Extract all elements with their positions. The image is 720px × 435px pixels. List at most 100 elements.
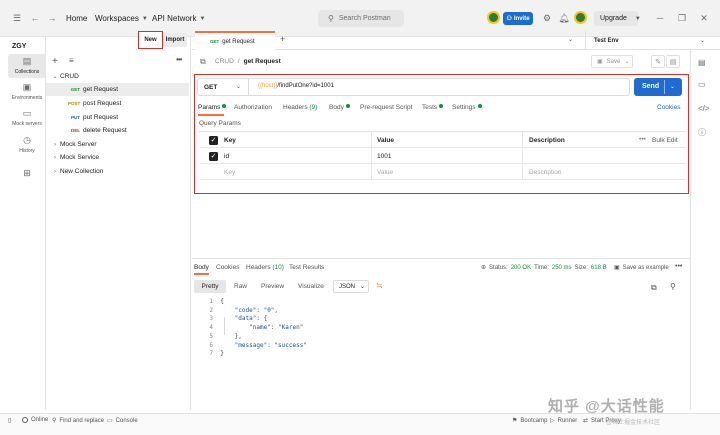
new-description-field[interactable]: Description <box>529 169 562 176</box>
forward-arrow-icon[interactable]: → <box>45 11 59 25</box>
tab-headers[interactable]: Headers (9) <box>283 104 317 111</box>
console-button[interactable]: ▭ Console <box>107 417 138 425</box>
runner-button[interactable]: ▷ Runner <box>550 417 577 425</box>
online-status[interactable]: Online <box>22 417 48 423</box>
copy-icon[interactable]: ⧉ <box>651 283 657 293</box>
breadcrumb-request[interactable]: get Request <box>244 58 281 65</box>
tab-params[interactable]: Params <box>198 104 227 111</box>
workspace-avatar[interactable] <box>487 11 500 24</box>
tree-request-post[interactable]: POST post Request <box>46 97 189 110</box>
param-value-field[interactable]: 1001 <box>377 153 391 160</box>
menu-icon[interactable]: ☰ <box>10 11 24 25</box>
bootcamp-button[interactable]: ⚑ Bootcamp <box>512 417 547 425</box>
tree-collection-label: Mock Server <box>60 141 97 148</box>
new-value-field[interactable]: Value <box>377 169 393 176</box>
response-divider[interactable] <box>192 258 690 259</box>
more-options-icon[interactable]: ••• <box>176 55 182 64</box>
workspace-name[interactable]: ZGY <box>12 37 26 55</box>
rail-history[interactable]: ◷ History <box>8 135 46 154</box>
tree-collection-mock-server[interactable]: › Mock Server <box>50 138 193 151</box>
cookies-link[interactable]: Cookies <box>657 104 680 111</box>
more-options-icon[interactable]: ••• <box>675 263 682 270</box>
minimize-icon[interactable]: ─ <box>653 11 667 25</box>
resp-tab-body[interactable]: Body <box>194 264 209 271</box>
comments-icon[interactable]: ▭ <box>698 80 706 89</box>
resp-tab-headers[interactable]: Headers (10) <box>246 264 284 271</box>
save-as-example-button[interactable]: ▣ Save as example <box>614 264 669 272</box>
response-meta: ⊕ Status: 200 OK Time: 250 ms Size: 618 … <box>481 264 607 272</box>
tab-tests[interactable]: Tests <box>422 104 444 111</box>
tree-request-delete[interactable]: DEL delete Request <box>46 124 189 137</box>
tab-authorization[interactable]: Authorization <box>234 104 272 111</box>
method-select[interactable]: GET <box>197 78 249 96</box>
tree-request-put[interactable]: PUT put Request <box>46 111 189 124</box>
settings-gear-icon[interactable]: ⚙ <box>540 11 554 25</box>
notifications-bell-icon[interactable]: 🔔︎ <box>557 11 571 25</box>
info-icon[interactable]: ⓘ <box>698 127 706 138</box>
sidebar-toggle-icon[interactable]: ▯ <box>8 417 11 424</box>
format-language-select[interactable]: JSON ⌄ <box>333 280 369 293</box>
time-value[interactable]: 250 ms <box>552 265 572 271</box>
close-window-icon[interactable]: ✕ <box>697 11 711 25</box>
new-button[interactable]: New <box>138 31 163 49</box>
search-icon[interactable]: ⚲ <box>670 282 676 291</box>
tab-get-request[interactable]: GET get Request <box>195 31 275 50</box>
documentation-icon[interactable]: ▤ <box>698 58 706 67</box>
select-all-checkbox[interactable]: ✓ <box>209 136 218 145</box>
invite-button[interactable]: ⚇ Invite <box>503 12 533 25</box>
import-button[interactable]: Import <box>163 33 187 47</box>
param-key-field[interactable]: id <box>224 153 229 160</box>
tab-body[interactable]: Body <box>329 104 350 111</box>
size-value[interactable]: 618 B <box>591 265 607 271</box>
url-input[interactable]: {{host}}/findPutOne?id=1001 <box>258 83 334 89</box>
format-raw-tab[interactable]: Raw <box>234 283 247 290</box>
table-col-divider <box>371 132 372 180</box>
method-badge: GET <box>210 39 220 44</box>
edit-pencil-icon[interactable]: ✎ <box>651 55 665 68</box>
status-value[interactable]: 200 OK <box>511 265 531 271</box>
tree-collection-new[interactable]: › New Collection <box>50 165 193 178</box>
new-key-field[interactable]: Key <box>224 169 235 176</box>
chevron-down-icon[interactable]: ⌄ <box>670 83 675 90</box>
breadcrumb-collection[interactable]: CRUD <box>215 58 234 65</box>
tree-collection-mock-service[interactable]: › Mock Service <box>50 151 193 164</box>
code-icon[interactable]: </> <box>698 104 710 113</box>
runner-icon: ▷ <box>550 418 555 424</box>
rail-configure[interactable]: ⊞ <box>8 168 46 179</box>
tree-request-get[interactable]: GET get Request <box>46 83 189 96</box>
maximize-icon[interactable]: ❐ <box>675 11 689 25</box>
format-preview-tab[interactable]: Preview <box>261 283 284 290</box>
save-button[interactable]: ▣ Save ⌄ <box>591 55 633 68</box>
format-visualize-tab[interactable]: Visualize <box>298 283 324 290</box>
new-tab-icon[interactable]: + <box>280 34 285 44</box>
more-options-icon[interactable]: ••• <box>639 136 646 143</box>
workspaces-menu[interactable]: Workspaces ▼ <box>95 14 148 23</box>
watermark-sub: @稀土掘金技术社区 <box>606 420 661 426</box>
resp-tab-test-results[interactable]: Test Results <box>289 264 324 271</box>
add-collection-icon[interactable]: + <box>52 56 58 67</box>
api-network-menu[interactable]: API Network ▼ <box>152 14 205 23</box>
param-enabled-checkbox[interactable]: ✓ <box>209 152 218 161</box>
code-line: 7 } <box>199 349 223 358</box>
status-dot <box>439 104 444 108</box>
bulk-edit-link[interactable]: Bulk Edit <box>652 137 678 144</box>
back-arrow-icon[interactable]: ← <box>28 11 42 25</box>
format-pretty-tab[interactable]: Pretty <box>194 280 226 293</box>
rail-environments[interactable]: ▣ Environments <box>8 82 46 101</box>
tab-settings[interactable]: Settings <box>452 104 482 111</box>
documentation-icon[interactable]: ▤ <box>666 55 680 68</box>
upgrade-button[interactable]: Upgrade ▼ <box>594 11 641 26</box>
user-avatar[interactable] <box>574 11 587 24</box>
find-replace-button[interactable]: ⚲ Find and replace <box>52 417 104 425</box>
rail-mock-servers[interactable]: ▭ Mock servers <box>8 108 46 127</box>
url-path: /findPutOne?id=1001 <box>277 83 334 89</box>
tree-collection-crud[interactable]: ⌄ CRUD <box>50 70 193 83</box>
wrap-lines-icon[interactable]: ≒ <box>376 281 383 290</box>
tab-prerequest-script[interactable]: Pre-request Script <box>360 104 412 111</box>
filter-icon[interactable]: ≡ <box>69 56 74 65</box>
home-link[interactable]: Home <box>66 14 87 23</box>
resp-tab-cookies[interactable]: Cookies <box>216 264 239 271</box>
search-input[interactable]: ⚲ Search Postman <box>318 10 404 27</box>
rail-collections[interactable]: ▤ Collections <box>8 54 46 78</box>
chevron-down-icon[interactable]: ⌄ <box>568 36 573 43</box>
